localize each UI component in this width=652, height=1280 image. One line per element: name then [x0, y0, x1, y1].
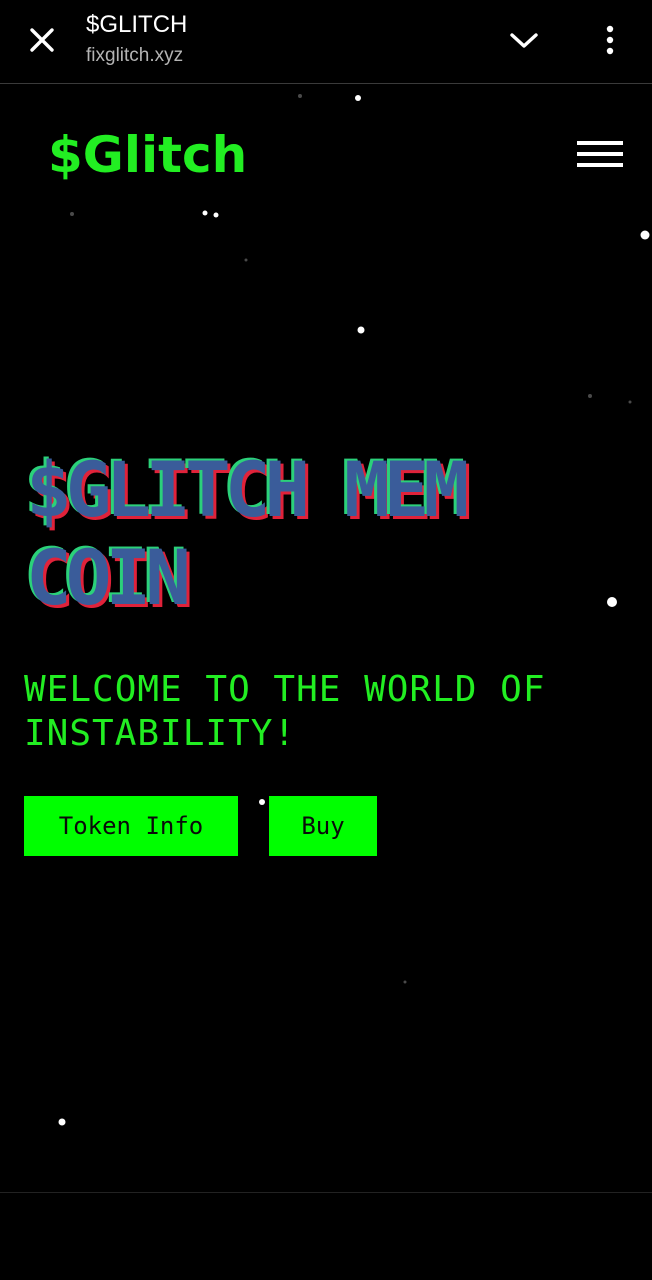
- more-options-button[interactable]: [588, 18, 632, 62]
- background-specks: [58, 94, 650, 1126]
- browser-toolbar: $GLITCH fixglitch.xyz: [0, 0, 652, 84]
- page-url[interactable]: fixglitch.xyz: [86, 44, 183, 68]
- subtitle-line-1: WELCOME TO THE WORLD OF: [24, 669, 546, 710]
- buy-button[interactable]: Buy: [269, 796, 377, 856]
- token-info-button[interactable]: Token Info: [24, 796, 238, 856]
- welcome-subtitle: WELCOME TO THE WORLD OF INSTABILITY!: [24, 668, 634, 756]
- close-icon: [30, 28, 54, 52]
- collapse-button[interactable]: [500, 18, 548, 62]
- hamburger-menu-icon: [577, 141, 623, 167]
- hero-title: $GLITCH MEM COIN: [26, 446, 626, 622]
- close-button[interactable]: [20, 18, 64, 62]
- more-vertical-icon: [606, 25, 614, 55]
- page-title: $GLITCH: [86, 11, 188, 38]
- site-content: $Glitch $GLITCH MEM COIN: [0, 84, 652, 1192]
- bottom-bar: [0, 1192, 652, 1280]
- chevron-down-icon: [510, 33, 538, 48]
- menu-button[interactable]: [572, 134, 628, 174]
- site-logo[interactable]: $Glitch: [48, 124, 247, 186]
- subtitle-line-2: INSTABILITY!: [24, 713, 297, 754]
- hero-title-line-1: $GLITCH MEM: [26, 445, 469, 534]
- hero-title-line-2: COIN: [26, 533, 191, 622]
